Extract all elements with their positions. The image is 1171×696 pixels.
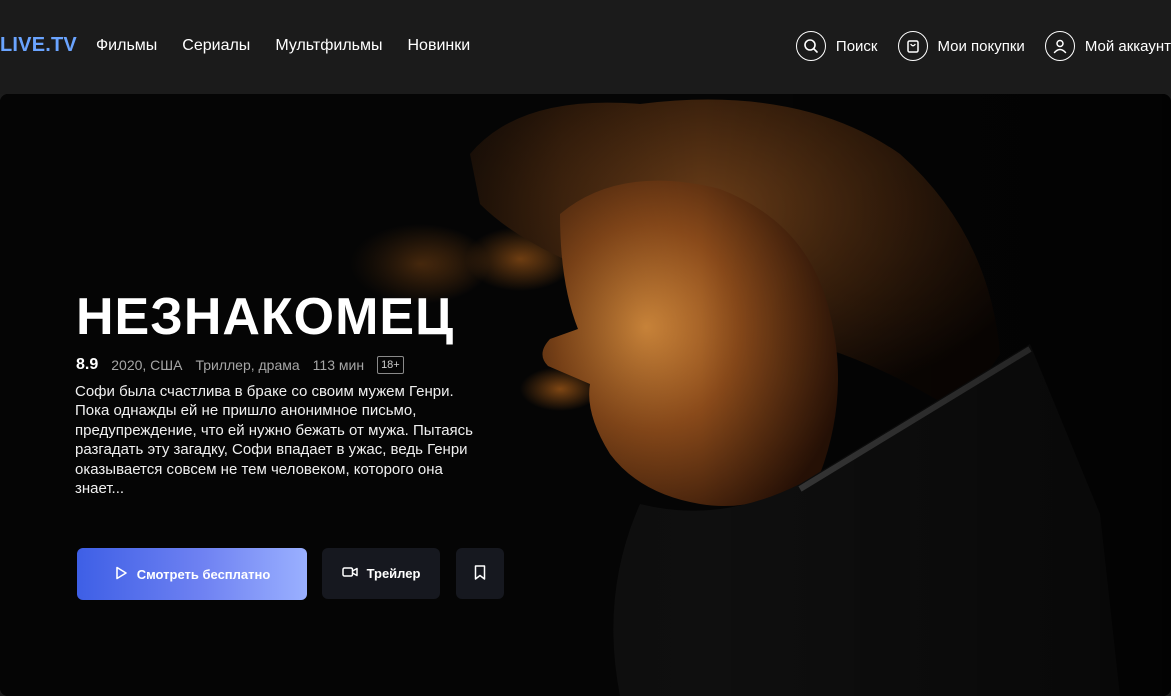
movie-description: Софи была счастлива в браке со своим муж… bbox=[75, 383, 473, 498]
movie-duration: 113 мин bbox=[312, 357, 365, 373]
watch-free-label: Смотреть бесплатно bbox=[136, 566, 271, 582]
main-nav: Фильмы Сериалы Мультфильмы Новинки bbox=[96, 37, 470, 55]
search-label: Поиск bbox=[835, 37, 878, 55]
account-label: Мой аккаунт bbox=[1084, 37, 1171, 55]
movie-meta: 8.9 2020, США Триллер, драма 113 мин 18+ bbox=[76, 356, 404, 374]
bookmark-icon bbox=[474, 564, 486, 583]
watch-free-button[interactable]: Смотреть бесплатно bbox=[77, 548, 307, 600]
nav-item-movies[interactable]: Фильмы bbox=[96, 37, 157, 55]
top-bar: LIVE.TV Фильмы Сериалы Мультфильмы Новин… bbox=[0, 0, 1171, 94]
movie-year-country: 2020, США bbox=[111, 357, 183, 373]
movie-title: НЕЗНАКОМЕЦ bbox=[76, 288, 455, 346]
account-button[interactable]: Мой аккаунт bbox=[1044, 31, 1171, 61]
trailer-label: Трейлер bbox=[366, 566, 421, 581]
nav-item-series[interactable]: Сериалы bbox=[182, 37, 250, 55]
hero-banner: НЕЗНАКОМЕЦ 8.9 2020, США Триллер, драма … bbox=[0, 94, 1171, 696]
bag-icon bbox=[897, 31, 928, 61]
movie-genres: Триллер, драма bbox=[195, 357, 300, 373]
header-actions: Поиск Мои покупки Мой аккаунт bbox=[776, 31, 1171, 61]
age-rating-badge: 18+ bbox=[377, 356, 404, 374]
nav-item-new[interactable]: Новинки bbox=[408, 37, 471, 55]
movie-rating: 8.9 bbox=[76, 356, 99, 373]
logo[interactable]: LIVE.TV bbox=[0, 34, 77, 57]
purchases-button[interactable]: Мои покупки bbox=[897, 31, 1025, 61]
bookmark-button[interactable] bbox=[456, 548, 504, 599]
user-icon bbox=[1044, 31, 1075, 61]
nav-item-cartoons[interactable]: Мультфильмы bbox=[275, 37, 382, 55]
video-camera-icon bbox=[341, 566, 358, 581]
trailer-button[interactable]: Трейлер bbox=[322, 548, 440, 599]
search-icon bbox=[795, 31, 826, 61]
play-icon bbox=[114, 566, 128, 583]
search-button[interactable]: Поиск bbox=[795, 31, 878, 61]
purchases-label: Мои покупки bbox=[937, 37, 1025, 55]
